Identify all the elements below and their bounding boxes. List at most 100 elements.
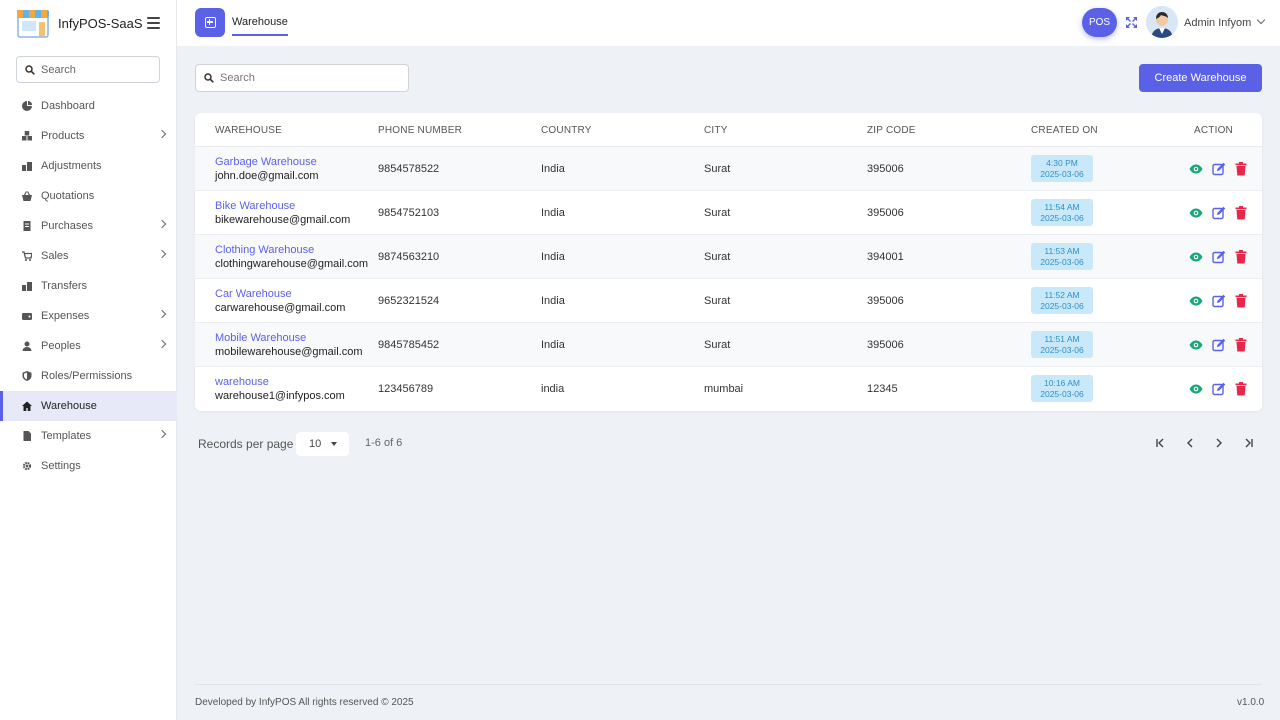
country: India	[541, 251, 565, 263]
zip-code: 395006	[867, 163, 904, 175]
edit-icon[interactable]	[1212, 250, 1226, 264]
brand-name: InfyPOS-SaaS	[58, 15, 143, 31]
phone-number: 123456789	[378, 383, 434, 395]
user-name[interactable]: Admin Infyom	[1184, 17, 1251, 29]
edit-icon[interactable]	[1212, 382, 1226, 396]
view-icon[interactable]	[1189, 206, 1203, 220]
warehouse-email: clothingwarehouse@gmail.com	[215, 258, 369, 270]
delete-icon[interactable]	[1234, 162, 1248, 176]
edit-icon[interactable]	[1212, 294, 1226, 308]
sidebar-item-label: Expenses	[41, 310, 90, 322]
zip-code: 395006	[867, 339, 904, 351]
first-page-icon[interactable]	[1155, 437, 1167, 449]
country: India	[541, 339, 565, 351]
prev-page-icon[interactable]	[1184, 437, 1196, 449]
sidebar-item-dashboard[interactable]: Dashboard	[0, 91, 177, 121]
view-icon[interactable]	[1189, 250, 1203, 264]
table-row: Car Warehouse carwarehouse@gmail.com 96523…	[195, 279, 1262, 323]
delete-icon[interactable]	[1234, 250, 1248, 264]
search-input[interactable]	[220, 72, 400, 84]
country: india	[541, 383, 565, 395]
sidebar-search[interactable]	[16, 56, 160, 83]
sidebar-item-label: Roles/Permissions	[41, 370, 133, 382]
sidebar-item-label: Dashboard	[41, 100, 95, 112]
sidebar-item-purchases[interactable]: Purchases	[0, 211, 177, 241]
chevron-down-icon[interactable]	[1256, 15, 1266, 25]
next-page-icon[interactable]	[1213, 437, 1225, 449]
edit-icon[interactable]	[1212, 162, 1226, 176]
sidebar-item-settings[interactable]: Settings	[0, 451, 177, 481]
phone-number: 9854752103	[378, 207, 440, 219]
warehouse-name-link[interactable]: Bike Warehouse	[215, 200, 295, 212]
table-row: warehouse warehouse1@infypos.com 123456789…	[195, 367, 1262, 411]
city: Surat	[704, 295, 731, 307]
cart-icon	[22, 251, 32, 261]
view-icon[interactable]	[1189, 162, 1203, 176]
sidebar-item-label: Sales	[41, 250, 69, 262]
top-header: Warehouse POS Admin Infyom	[177, 0, 1280, 46]
warehouse-name-link[interactable]: warehouse	[215, 376, 269, 388]
edit-icon[interactable]	[1212, 338, 1226, 352]
sidebar-item-templates[interactable]: Templates	[0, 421, 177, 451]
sidebar-item-roles-permissions[interactable]: Roles/Permissions	[0, 361, 177, 391]
view-icon[interactable]	[1189, 294, 1203, 308]
sidebar-search-input[interactable]	[41, 63, 151, 76]
view-icon[interactable]	[1189, 338, 1203, 352]
table-body: Garbage Warehouse john.doe@gmail.com 98545…	[195, 147, 1262, 411]
last-page-icon[interactable]	[1242, 437, 1254, 449]
warehouse-name-link[interactable]: Clothing Warehouse	[215, 244, 314, 256]
sidebar-item-warehouse[interactable]: Warehouse	[0, 391, 177, 421]
created-time: 11:53 AM	[1044, 246, 1080, 256]
created-date: 2025-03-06	[1040, 169, 1084, 179]
city: Surat	[704, 251, 731, 263]
add-tab-icon[interactable]	[195, 8, 225, 37]
warehouse-name-link[interactable]: Mobile Warehouse	[215, 332, 306, 344]
country: India	[541, 295, 565, 307]
sidebar-item-sales[interactable]: Sales	[0, 241, 177, 271]
table-search[interactable]	[195, 64, 409, 92]
sidebar-item-label: Products	[41, 130, 85, 142]
pie-chart-icon	[22, 101, 32, 111]
created-time: 11:51 AM	[1044, 334, 1080, 344]
sidebar-item-adjustments[interactable]: Adjustments	[0, 151, 177, 181]
city: Surat	[704, 339, 731, 351]
edit-icon[interactable]	[1212, 206, 1226, 220]
view-icon[interactable]	[1189, 382, 1203, 396]
warehouse-table: WAREHOUSE PHONE NUMBER COUNTRY CITY ZIP CODE…	[195, 113, 1262, 411]
city: Surat	[704, 163, 731, 175]
table-header: WAREHOUSE PHONE NUMBER COUNTRY CITY ZIP CODE…	[195, 113, 1262, 147]
records-per-page-select[interactable]: 10	[296, 432, 349, 456]
sidebar-item-quotations[interactable]: Quotations	[0, 181, 177, 211]
search-icon	[204, 73, 214, 83]
created-date: 2025-03-06	[1040, 301, 1084, 311]
created-on-badge: 11:54 AM 2025-03-06	[1031, 199, 1093, 226]
caret-down-icon	[331, 442, 337, 446]
created-time: 11:54 AM	[1044, 202, 1080, 212]
delete-icon[interactable]	[1234, 382, 1248, 396]
sidebar-item-products[interactable]: Products	[0, 121, 177, 151]
fullscreen-icon[interactable]	[1125, 16, 1138, 29]
gear-icon	[22, 461, 32, 471]
zip-code: 394001	[867, 251, 904, 263]
delete-icon[interactable]	[1234, 338, 1248, 352]
delete-icon[interactable]	[1234, 294, 1248, 308]
tab-warehouse[interactable]: Warehouse	[232, 16, 288, 36]
sidebar-item-peoples[interactable]: Peoples	[0, 331, 177, 361]
zip-code: 395006	[867, 295, 904, 307]
warehouse-name-link[interactable]: Car Warehouse	[215, 288, 292, 300]
sidebar-item-transfers[interactable]: Transfers	[0, 271, 177, 301]
sidebar-item-expenses[interactable]: Expenses	[0, 301, 177, 331]
pos-button[interactable]: POS	[1082, 8, 1117, 37]
city: Surat	[704, 207, 731, 219]
avatar[interactable]	[1146, 6, 1178, 38]
create-warehouse-button[interactable]: Create Warehouse	[1139, 64, 1262, 92]
menu-toggle-icon[interactable]	[147, 17, 160, 29]
app-version: v1.0.0	[1237, 697, 1265, 708]
warehouse-name-link[interactable]: Garbage Warehouse	[215, 156, 317, 168]
created-time: 4:30 PM	[1046, 158, 1078, 168]
created-time: 10:16 AM	[1044, 378, 1080, 388]
search-icon	[25, 64, 35, 75]
delete-icon[interactable]	[1234, 206, 1248, 220]
country: India	[541, 207, 565, 219]
boxes-icon	[22, 131, 32, 141]
